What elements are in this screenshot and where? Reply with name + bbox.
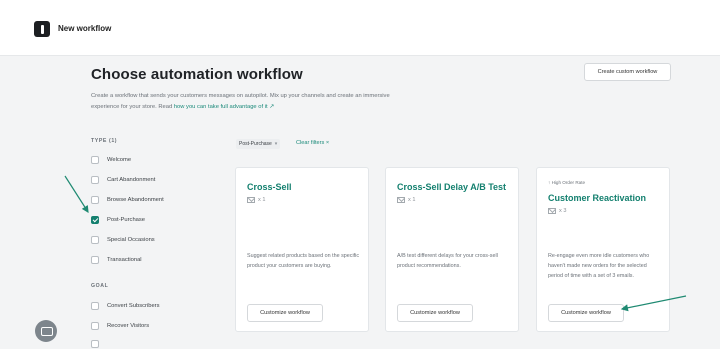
annotation-arrows <box>64 175 687 312</box>
arrow-to-post-purchase <box>64 175 89 214</box>
arrow-to-customize-workflow <box>620 295 687 312</box>
